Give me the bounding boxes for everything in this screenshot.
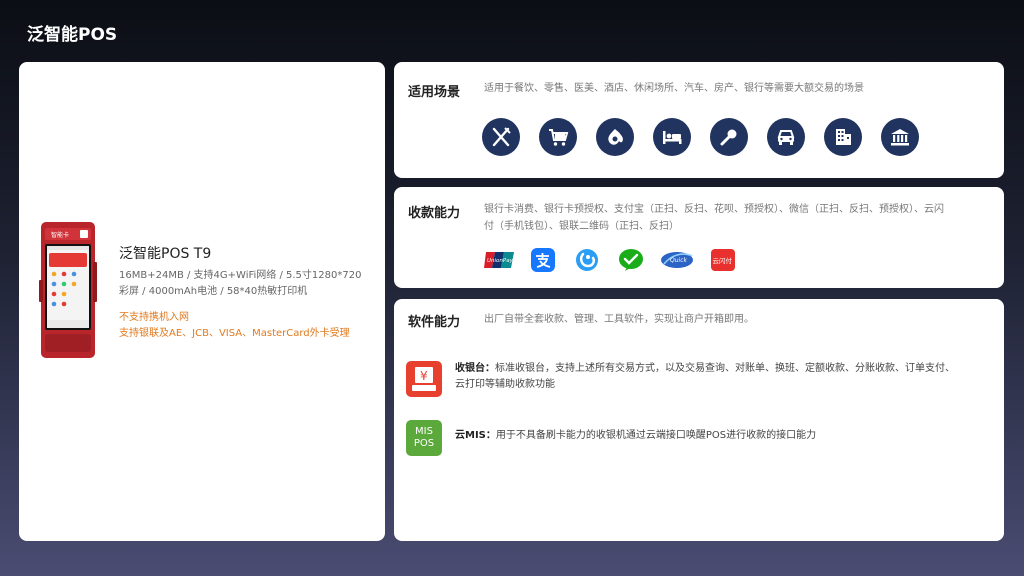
pos-device-image: 智能卡 [39, 222, 97, 358]
product-card: 智能卡 泛智能POS T9 16MB+24MB / 支持4G+WiFi网络 / … [19, 62, 385, 541]
device-brand-text: 智能卡 [51, 231, 69, 239]
scenes-desc: 适用于餐饮、零售、医美、酒店、休闲场所、汽车、房产、银行等需要大额交易的场景 [484, 83, 864, 94]
fork-knife-icon [482, 118, 520, 156]
spec-line: 16MB+24MB / 支持4G+WiFi网络 / 5.5寸1280*720 [119, 270, 362, 281]
quickpass-logo-icon: Quick [660, 248, 694, 272]
software-desc: 出厂自带全套收款、管理、工具软件，实现让商户开箱即用。 [484, 314, 754, 325]
payment-desc: 银行卡消费、银行卡预授权、支付宝（正扫、反扫、花呗、预授权）、微信（正扫、反扫、… [484, 201, 944, 235]
cloud-mis-desc: 用于不具备刷卡能力的收银机通过云端接口唤醒POS进行收款的接口能力 [495, 430, 817, 441]
wechat-pay-logo-icon [616, 248, 646, 272]
pos-icon-text: POS [413, 438, 435, 449]
spec-line: 彩屏 / 4000mAh电池 / 58*40热敏打印机 [119, 286, 308, 297]
cashier-symbol: ¥ [420, 369, 428, 383]
software-card: 软件能力 出厂自带全套收款、管理、工具软件，实现让商户开箱即用。 ¥ 收银台：标… [394, 299, 1004, 541]
scenes-title: 适用场景 [408, 85, 461, 100]
payment-card: 收款能力 银行卡消费、银行卡预授权、支付宝（正扫、反扫、花呗、预授权）、微信（正… [394, 187, 1004, 288]
huabei-logo-icon [572, 248, 602, 272]
product-name: 泛智能POS T9 [119, 246, 212, 262]
quickpass-logo-text: Quick [670, 257, 687, 264]
alipay-logo-icon [528, 248, 558, 272]
bed-icon [653, 118, 691, 156]
note-line: 支持银联及AE、JCB、VISA、MasterCard外卡受理 [119, 328, 350, 339]
beauty-icon [596, 118, 634, 156]
cashier-item: ¥ 收银台：标准收银台，支持上述所有交易方式，以及交易查询、对账单、换班、定额收… [406, 361, 995, 397]
product-note: 不支持携机入网 支持银联及AE、JCB、VISA、MasterCard外卡受理 [119, 310, 350, 342]
cashier-text: 收银台：标准收银台，支持上述所有交易方式，以及交易查询、对账单、换班、定额收款、… [455, 361, 995, 393]
scenes-card: 适用场景 适用于餐饮、零售、医美、酒店、休闲场所、汽车、房产、银行等需要大额交易… [394, 62, 1004, 178]
scene-icon-row [482, 118, 919, 156]
unionpay-logo-icon: UnionPay [484, 248, 514, 272]
mis-icon-text: MIS [415, 426, 433, 437]
unionpay-logo-text: UnionPay [487, 258, 514, 264]
yunshanfu-logo-text: 云闪付 [713, 256, 733, 265]
mis-pos-icon: MIS POS [406, 420, 442, 456]
cashier-icon: ¥ [406, 361, 442, 397]
microphone-icon [710, 118, 748, 156]
building-icon [824, 118, 862, 156]
software-title: 软件能力 [408, 315, 461, 330]
cloud-mis-text: 云MIS：用于不具备刷卡能力的收银机通过云端接口唤醒POS进行收款的接口能力 [455, 420, 995, 444]
note-line: 不支持携机入网 [119, 312, 189, 323]
cashier-desc: 标准收银台，支持上述所有交易方式，以及交易查询、对账单、换班、定额收款、分账收款… [495, 363, 955, 374]
cashier-name: 收银台： [455, 363, 495, 374]
payment-desc-line: 付（手机钱包）、银联二维码（正扫、反扫） [484, 221, 679, 232]
payment-logo-row: UnionPay Quick 云闪付 [484, 248, 738, 272]
product-spec: 16MB+24MB / 支持4G+WiFi网络 / 5.5寸1280*720 彩… [119, 268, 381, 300]
shopping-cart-icon [539, 118, 577, 156]
cloud-mis-item: MIS POS 云MIS：用于不具备刷卡能力的收银机通过云端接口唤醒POS进行收… [406, 420, 995, 456]
car-icon [767, 118, 805, 156]
cashier-desc: 云打印等辅助收款功能 [455, 379, 555, 390]
yunshanfu-logo-icon: 云闪付 [708, 248, 738, 272]
page-title: 泛智能POS [27, 25, 118, 45]
payment-desc-line: 银行卡消费、银行卡预授权、支付宝（正扫、反扫、花呗、预授权）、微信（正扫、反扫、… [484, 204, 944, 215]
payment-title: 收款能力 [408, 206, 461, 221]
bank-icon [881, 118, 919, 156]
cloud-mis-name: 云MIS： [455, 430, 496, 441]
